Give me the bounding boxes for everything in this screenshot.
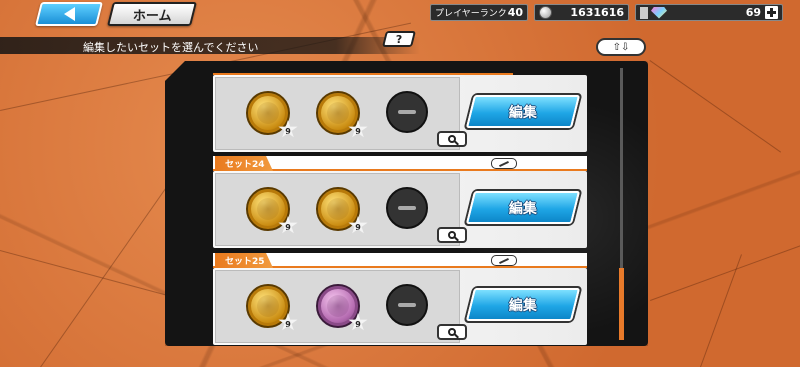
player-status-bar: プレイヤーランク 40 1631616 69 xyxy=(430,4,783,21)
pen-icon xyxy=(499,160,509,167)
star-badge: 9 xyxy=(278,216,298,234)
edit-set-button[interactable]: 編集 xyxy=(465,95,581,128)
background-web-line xyxy=(649,60,782,153)
zoom-button[interactable] xyxy=(437,324,467,340)
medal-slot[interactable]: 9 xyxy=(246,91,298,138)
player-rank: プレイヤーランク 40 xyxy=(430,4,528,21)
pen-icon xyxy=(499,257,509,264)
set-card: 9 9 編集 xyxy=(213,73,587,152)
medal-slot-area: 9 9 xyxy=(215,173,460,246)
edit-set-label: 編集 xyxy=(509,200,537,217)
zoom-button[interactable] xyxy=(437,227,467,243)
empty-medal-slot[interactable] xyxy=(386,187,428,229)
gem-tab-icon xyxy=(640,6,648,19)
set-name-label: セット25 xyxy=(215,253,273,268)
set-card: セット25 9 9 編集 xyxy=(213,253,587,345)
star-badge: 9 xyxy=(278,313,298,331)
magnifier-icon xyxy=(448,231,456,239)
empty-medal-slot[interactable] xyxy=(386,284,428,326)
star-badge: 9 xyxy=(348,313,368,331)
magnifier-icon xyxy=(448,135,456,143)
star-badge: 9 xyxy=(278,120,298,138)
medal-slot[interactable]: 9 xyxy=(316,187,368,234)
set-card: セット24 9 9 編集 xyxy=(213,156,587,248)
set-name-label: セット24 xyxy=(215,156,273,171)
coin-counter: 1631616 xyxy=(534,4,629,21)
gem-value: 69 xyxy=(745,6,761,19)
back-button[interactable] xyxy=(35,2,103,26)
medal-slot[interactable]: 9 xyxy=(246,284,298,331)
plus-icon[interactable] xyxy=(765,6,778,19)
background-web-line xyxy=(650,245,800,301)
medal-slot[interactable]: 9 xyxy=(316,284,368,331)
edit-set-label: 編集 xyxy=(509,297,537,314)
gem-counter: 69 xyxy=(635,4,783,21)
magnifier-icon xyxy=(448,328,456,336)
player-rank-value: 40 xyxy=(507,6,523,19)
player-rank-label: プレイヤーランク xyxy=(435,9,507,19)
home-button[interactable]: ホーム xyxy=(107,2,197,26)
medal-slot-area: 9 9 xyxy=(215,270,460,343)
zoom-button[interactable] xyxy=(437,131,467,147)
rename-set-button[interactable] xyxy=(491,158,517,169)
medal-slot[interactable]: 9 xyxy=(246,187,298,234)
coin-icon xyxy=(539,6,552,19)
empty-medal-slot[interactable] xyxy=(386,91,428,133)
help-button[interactable]: ? xyxy=(382,31,416,47)
background-web-line xyxy=(0,250,194,303)
scrollbar-thumb[interactable] xyxy=(619,268,624,340)
rename-set-button[interactable] xyxy=(491,255,517,266)
medal-slot-area: 9 9 xyxy=(215,77,460,150)
instruction-text: 編集したいセットを選んでください xyxy=(83,41,259,54)
home-button-label: ホーム xyxy=(132,8,172,24)
star-badge: 9 xyxy=(348,216,368,234)
edit-set-label: 編集 xyxy=(509,104,537,121)
background-web-line xyxy=(700,254,742,367)
sort-arrows-icon: ⇧⇩ xyxy=(612,41,630,53)
edit-set-button[interactable]: 編集 xyxy=(465,288,581,321)
gem-icon xyxy=(651,6,667,19)
star-badge: 9 xyxy=(348,120,368,138)
medal-slot[interactable]: 9 xyxy=(316,91,368,138)
back-arrow-icon xyxy=(63,7,75,21)
edit-set-button[interactable]: 編集 xyxy=(465,191,581,224)
help-icon: ? xyxy=(395,32,403,46)
sort-button[interactable]: ⇧⇩ xyxy=(596,38,646,56)
coin-value: 1631616 xyxy=(570,6,624,19)
